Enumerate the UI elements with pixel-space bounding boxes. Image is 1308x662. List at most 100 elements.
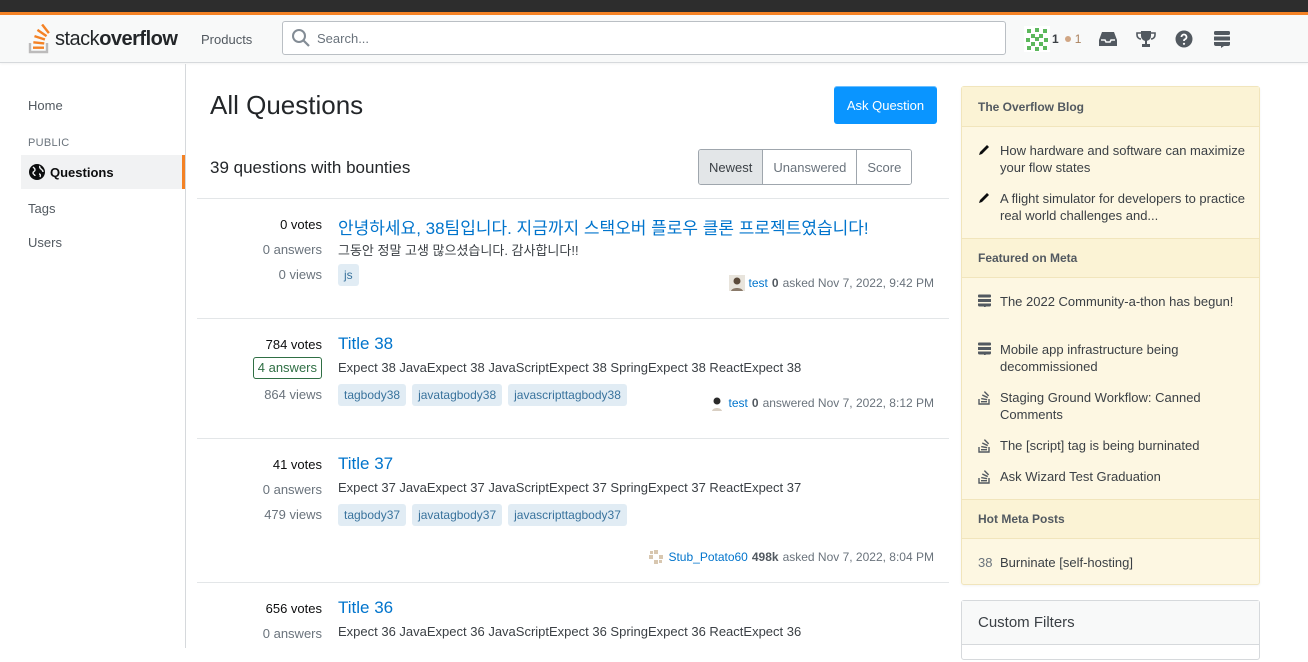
user-reputation: 0 [751, 396, 759, 410]
answer-count: 0 answers [262, 482, 322, 497]
achievements-button[interactable] [1127, 21, 1165, 57]
user-reputation: 498k [751, 550, 779, 564]
vote-count: 0 votes [280, 217, 322, 232]
question-action-time[interactable]: asked Nov 7, 2022, 8:04 PM [783, 550, 934, 564]
meta-item-text: Staging Ground Workflow: Canned Comments [1000, 390, 1201, 422]
blog-item-text: How hardware and software can maximize y… [1000, 143, 1245, 175]
help-button[interactable] [1165, 21, 1203, 57]
user-link[interactable]: Stub_Potato60 [668, 550, 747, 564]
stack-exchange-icon [1214, 31, 1231, 48]
view-count: 479 views [264, 507, 322, 522]
question-item: 656 votes 0 answers Title 36 Expect 36 J… [197, 582, 949, 662]
tag-link[interactable]: js [338, 264, 359, 286]
hot-meta-text: Burninate [self-hosting] [1000, 555, 1133, 570]
question-title-link[interactable]: 안녕하세요, 38팀입니다. 지금까지 스택오버 플로우 클론 프로젝트였습니다… [338, 214, 869, 239]
sidebar-item-questions[interactable]: Questions [21, 155, 185, 189]
stack-logo-icon [28, 24, 50, 54]
tag-link[interactable]: javatagbody37 [412, 504, 503, 526]
filter-newest[interactable]: Newest [699, 150, 763, 184]
blog-item[interactable]: How hardware and software can maximize y… [978, 142, 1248, 176]
user-link[interactable]: test [749, 276, 768, 290]
question-tags: tagbody37 javatagbody37 javascripttagbod… [338, 504, 633, 526]
user-avatar-icon[interactable] [708, 395, 725, 411]
filter-unanswered[interactable]: Unanswered [762, 150, 857, 184]
question-title-link[interactable]: Title 38 [338, 334, 393, 354]
trophy-icon [1136, 31, 1157, 47]
question-meta: Stub_Potato60 498k asked Nov 7, 2022, 8:… [648, 549, 934, 565]
question-item: 41 votes 0 answers 479 views Title 37 Ex… [197, 438, 949, 582]
custom-filters-header: Custom Filters [962, 601, 1259, 645]
user-profile-link[interactable]: 1 1 [1022, 21, 1089, 57]
stack-exchange-icon [978, 294, 991, 308]
vote-count: 41 votes [272, 457, 322, 472]
main-content: All Questions Ask Question 39 questions … [186, 64, 950, 648]
question-tags: tagbody38 javatagbody38 javascripttagbod… [338, 384, 633, 406]
search-input[interactable] [317, 30, 977, 46]
meta-item[interactable]: Ask Wizard Test Graduation [978, 468, 1248, 488]
vote-count: 656 votes [265, 601, 322, 616]
question-meta: test 0 asked Nov 7, 2022, 9:42 PM [728, 275, 934, 291]
tag-link[interactable]: tagbody38 [338, 384, 407, 406]
answer-count: 0 answers [262, 626, 322, 641]
answer-count: 0 answers [262, 242, 322, 257]
inbox-button[interactable] [1089, 21, 1127, 57]
pencil-icon [979, 193, 989, 203]
page-title: All Questions [210, 90, 364, 120]
question-item: 0 votes 0 answers 0 views 안녕하세요, 38팀입니다.… [197, 198, 949, 318]
question-action-time[interactable]: answered Nov 7, 2022, 8:12 PM [763, 396, 934, 410]
browser-top-strip [0, 0, 1308, 12]
sidebar-item-users[interactable]: Users [28, 235, 62, 250]
logo-text: stackoverflow [55, 27, 178, 50]
meta-item[interactable]: The 2022 Community-a-thon has begun! [978, 293, 1248, 311]
tag-link[interactable]: javascripttagbody37 [508, 504, 627, 526]
products-menu[interactable]: Products [190, 21, 263, 57]
question-title-link[interactable]: Title 36 [338, 598, 393, 618]
sidebar-item-tags[interactable]: Tags [28, 201, 55, 216]
blog-item-text: A flight simulator for developers to pra… [1000, 191, 1245, 223]
user-reputation: 0 [771, 276, 779, 290]
hot-meta-header: Hot Meta Posts [962, 499, 1259, 539]
user-avatar-icon [1024, 26, 1050, 52]
meta-item[interactable]: The [script] tag is being burninated [978, 437, 1248, 457]
question-action-time[interactable]: asked Nov 7, 2022, 9:42 PM [783, 276, 934, 290]
sort-filter-group: Newest Unanswered Score [698, 149, 913, 185]
user-link[interactable]: test [729, 396, 748, 410]
filter-score[interactable]: Score [856, 150, 912, 184]
top-nav: 1 1 [1022, 21, 1241, 57]
meta-item[interactable]: Mobile app infrastructure being decommis… [978, 341, 1248, 375]
search-icon [292, 29, 310, 47]
hot-meta-count: 38 [978, 555, 993, 570]
question-stats: 41 votes 0 answers 479 views [197, 452, 322, 527]
pencil-icon [979, 145, 989, 155]
sidebar-item-questions-label: Questions [50, 164, 114, 180]
stack-overflow-icon [978, 470, 990, 484]
site-logo[interactable]: stackoverflow [28, 21, 178, 57]
sidebar-item-home[interactable]: Home [28, 98, 63, 113]
question-stats: 656 votes 0 answers [197, 596, 322, 646]
right-sidebar-widget: The Overflow Blog How hardware and softw… [961, 86, 1260, 585]
search-box[interactable] [282, 21, 1006, 55]
sidebar-section-public: PUBLIC [28, 137, 70, 149]
question-tags: js [338, 264, 365, 286]
question-stats: 0 votes 0 answers 0 views [197, 212, 322, 287]
question-title-link[interactable]: Title 37 [338, 454, 393, 474]
hot-meta-item[interactable]: 38 Burninate [self-hosting] [978, 554, 1248, 571]
meta-item-text: Mobile app infrastructure being decommis… [1000, 342, 1179, 374]
answer-count-answered: 4 answers [252, 357, 322, 379]
meta-item[interactable]: Staging Ground Workflow: Canned Comments [978, 389, 1248, 423]
blog-item[interactable]: A flight simulator for developers to pra… [978, 190, 1248, 224]
meta-item-text: The 2022 Community-a-thon has begun! [1000, 294, 1234, 309]
tag-link[interactable]: tagbody37 [338, 504, 407, 526]
help-icon [1175, 30, 1193, 48]
user-reputation: 1 [1052, 32, 1059, 46]
question-stats: 784 votes 4 answers 864 views [197, 332, 322, 407]
top-bar: stackoverflow Products 1 1 [0, 12, 1308, 63]
user-avatar-icon[interactable] [728, 275, 745, 291]
ask-question-button[interactable]: Ask Question [834, 86, 937, 124]
site-switcher-button[interactable] [1203, 21, 1241, 57]
tag-link[interactable]: javascripttagbody38 [508, 384, 627, 406]
view-count: 864 views [264, 387, 322, 402]
user-avatar-icon[interactable] [648, 549, 665, 565]
question-excerpt: Expect 37 JavaExpect 37 JavaScriptExpect… [338, 480, 802, 495]
tag-link[interactable]: javatagbody38 [412, 384, 503, 406]
